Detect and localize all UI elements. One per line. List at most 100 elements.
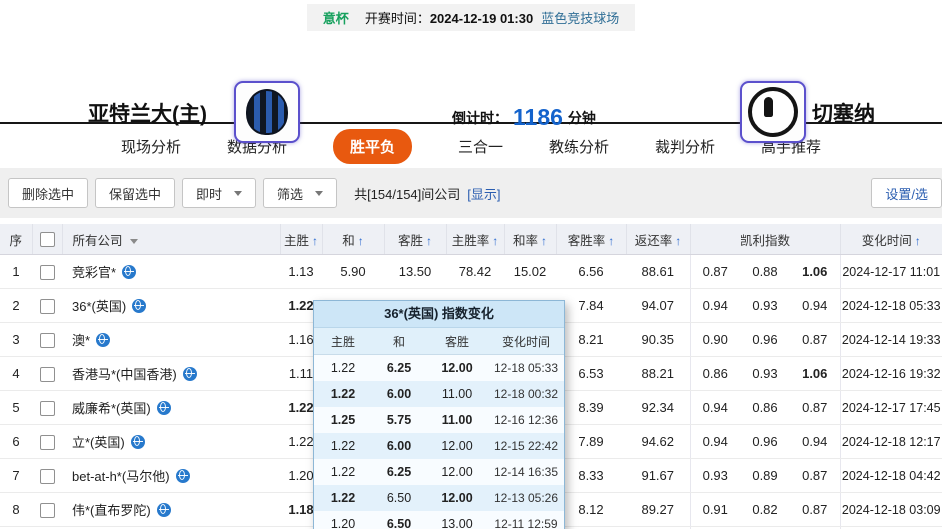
header-kelly-label: 凯利指数 bbox=[740, 234, 790, 248]
kelly-index-2: 0.96 bbox=[740, 425, 790, 459]
popup-draw-odds: 6.25 bbox=[372, 355, 426, 382]
popup-draw-odds: 5.75 bbox=[372, 407, 426, 433]
away-win-rate: 6.53 bbox=[556, 357, 626, 391]
match-info-bar: 意杯 开赛时间：2024-12-19 01:30蓝色竞技球场 bbox=[0, 0, 942, 34]
header-draw-rate[interactable]: 和率↑ bbox=[504, 224, 556, 255]
select-all-checkbox[interactable] bbox=[40, 232, 55, 247]
company-cell[interactable]: 36*(英国) bbox=[62, 289, 280, 323]
return-rate: 94.07 bbox=[626, 289, 690, 323]
company-globe-icon[interactable] bbox=[131, 435, 145, 449]
header-company-label: 所有公司 bbox=[73, 234, 123, 248]
company-globe-icon[interactable] bbox=[132, 299, 146, 313]
kelly-index-2: 0.93 bbox=[740, 357, 790, 391]
settings-button[interactable]: 设置/选 bbox=[871, 178, 942, 208]
odds-comparison-page: 意杯 开赛时间：2024-12-19 01:30蓝色竞技球场 亚特兰大(主) 倒… bbox=[0, 0, 942, 529]
popup-title: 36*(英国) 指数变化 bbox=[314, 301, 564, 328]
keep-selected-button[interactable]: 保留选中 bbox=[95, 178, 175, 208]
header-change-time[interactable]: 变化时间↑ bbox=[840, 224, 942, 255]
company-cell[interactable]: 立*(英国) bbox=[62, 425, 280, 459]
company-globe-icon[interactable] bbox=[176, 469, 190, 483]
return-rate: 88.21 bbox=[626, 357, 690, 391]
company-cell[interactable]: 伟*(直布罗陀) bbox=[62, 493, 280, 527]
header-company[interactable]: 所有公司 bbox=[62, 224, 280, 255]
company-globe-icon[interactable] bbox=[122, 265, 136, 279]
kelly-index-1: 0.94 bbox=[690, 289, 740, 323]
match-info-box: 意杯 开赛时间：2024-12-19 01:30蓝色竞技球场 bbox=[307, 4, 635, 31]
kelly-index-1: 0.91 bbox=[690, 493, 740, 527]
company-cell[interactable]: 竞彩官* bbox=[62, 255, 280, 289]
sort-up-icon: ↑ bbox=[675, 234, 681, 248]
kelly-index-2: 0.96 bbox=[740, 323, 790, 357]
row-seq: 6 bbox=[0, 425, 32, 459]
header-away-rate[interactable]: 客胜率↑ bbox=[556, 224, 626, 255]
header-home-label: 主胜 bbox=[284, 234, 309, 248]
row-checkbox[interactable] bbox=[40, 265, 55, 280]
popup-row: 1.226.0011.0012-18 00:32 bbox=[314, 381, 564, 407]
match-time: 开赛时间：2024-12-19 01:30蓝色竞技球场 bbox=[365, 8, 619, 27]
kelly-index-2: 0.93 bbox=[740, 289, 790, 323]
header-draw-odds[interactable]: 和↑ bbox=[322, 224, 384, 255]
company-filter-caret-icon[interactable] bbox=[130, 239, 138, 244]
company-name: 立*(英国) bbox=[72, 435, 125, 450]
show-link[interactable]: [显示] bbox=[467, 184, 500, 203]
company-cell[interactable]: bet-at-h*(马尔他) bbox=[62, 459, 280, 493]
sort-up-icon: ↑ bbox=[312, 234, 318, 248]
header-seq: 序 bbox=[0, 224, 32, 255]
header-home-odds[interactable]: 主胜↑ bbox=[280, 224, 322, 255]
change-time: 2024-12-14 19:33 bbox=[840, 323, 942, 357]
tab-3[interactable]: 胜平负 bbox=[333, 129, 412, 164]
sort-up-icon: ↑ bbox=[915, 234, 921, 248]
header-home-rate-label: 主胜率 bbox=[452, 234, 490, 248]
row-checkbox-cell bbox=[32, 391, 62, 425]
kelly-index-1: 0.86 bbox=[690, 357, 740, 391]
company-cell[interactable]: 澳* bbox=[62, 323, 280, 357]
company-globe-icon[interactable] bbox=[96, 333, 110, 347]
popup-change-time: 12-18 05:33 bbox=[488, 355, 564, 382]
row-checkbox[interactable] bbox=[40, 435, 55, 450]
header-return-rate[interactable]: 返还率↑ bbox=[626, 224, 690, 255]
row-checkbox-cell bbox=[32, 289, 62, 323]
row-checkbox[interactable] bbox=[40, 469, 55, 484]
row-checkbox[interactable] bbox=[40, 503, 55, 518]
odds-history-popup: 36*(英国) 指数变化 主胜 和 客胜 变化时间 1.226.2512.001… bbox=[313, 300, 565, 529]
instant-dropdown[interactable]: 即时 bbox=[182, 178, 256, 208]
popup-home-odds: 1.22 bbox=[314, 355, 372, 382]
header-kelly[interactable]: 凯利指数 bbox=[690, 224, 840, 255]
kelly-index-1: 0.87 bbox=[690, 255, 740, 289]
return-rate: 90.35 bbox=[626, 323, 690, 357]
company-cell[interactable]: 香港马*(中国香港) bbox=[62, 357, 280, 391]
tab-6[interactable]: 裁判分析 bbox=[655, 136, 715, 157]
sort-up-icon: ↑ bbox=[608, 234, 614, 248]
filter-dropdown[interactable]: 筛选 bbox=[263, 178, 337, 208]
kelly-index-2: 0.89 bbox=[740, 459, 790, 493]
away-win-rate: 8.39 bbox=[556, 391, 626, 425]
row-checkbox[interactable] bbox=[40, 401, 55, 416]
company-cell[interactable]: 威廉希*(英国) bbox=[62, 391, 280, 425]
delete-selected-button[interactable]: 删除选中 bbox=[8, 178, 88, 208]
home-team-logo bbox=[234, 81, 300, 143]
row-checkbox-cell bbox=[32, 425, 62, 459]
header-away-label: 客胜 bbox=[398, 234, 423, 248]
row-checkbox[interactable] bbox=[40, 367, 55, 382]
company-globe-icon[interactable] bbox=[183, 367, 197, 381]
home-team-name: 亚特兰大(主) bbox=[88, 98, 207, 128]
popup-home-odds: 1.22 bbox=[314, 459, 372, 485]
change-time: 2024-12-18 05:33 bbox=[840, 289, 942, 323]
company-globe-icon[interactable] bbox=[157, 503, 171, 517]
popup-change-time: 12-18 00:32 bbox=[488, 381, 564, 407]
header-away-odds[interactable]: 客胜↑ bbox=[384, 224, 446, 255]
tab-5[interactable]: 教练分析 bbox=[549, 136, 609, 157]
kelly-index-3: 1.06 bbox=[790, 255, 840, 289]
row-checkbox[interactable] bbox=[40, 333, 55, 348]
tab-4[interactable]: 三合一 bbox=[458, 136, 503, 157]
change-time: 2024-12-16 19:32 bbox=[840, 357, 942, 391]
header-home-rate[interactable]: 主胜率↑ bbox=[446, 224, 504, 255]
popup-body: 1.226.2512.0012-18 05:331.226.0011.0012-… bbox=[314, 355, 564, 529]
kelly-index-3: 0.87 bbox=[790, 323, 840, 357]
change-time: 2024-12-18 12:17 bbox=[840, 425, 942, 459]
tab-1[interactable]: 现场分析 bbox=[121, 136, 181, 157]
header-draw-rate-label: 和率 bbox=[513, 234, 538, 248]
company-name: 伟*(直布罗陀) bbox=[72, 503, 151, 518]
company-globe-icon[interactable] bbox=[157, 401, 171, 415]
row-checkbox[interactable] bbox=[40, 299, 55, 314]
